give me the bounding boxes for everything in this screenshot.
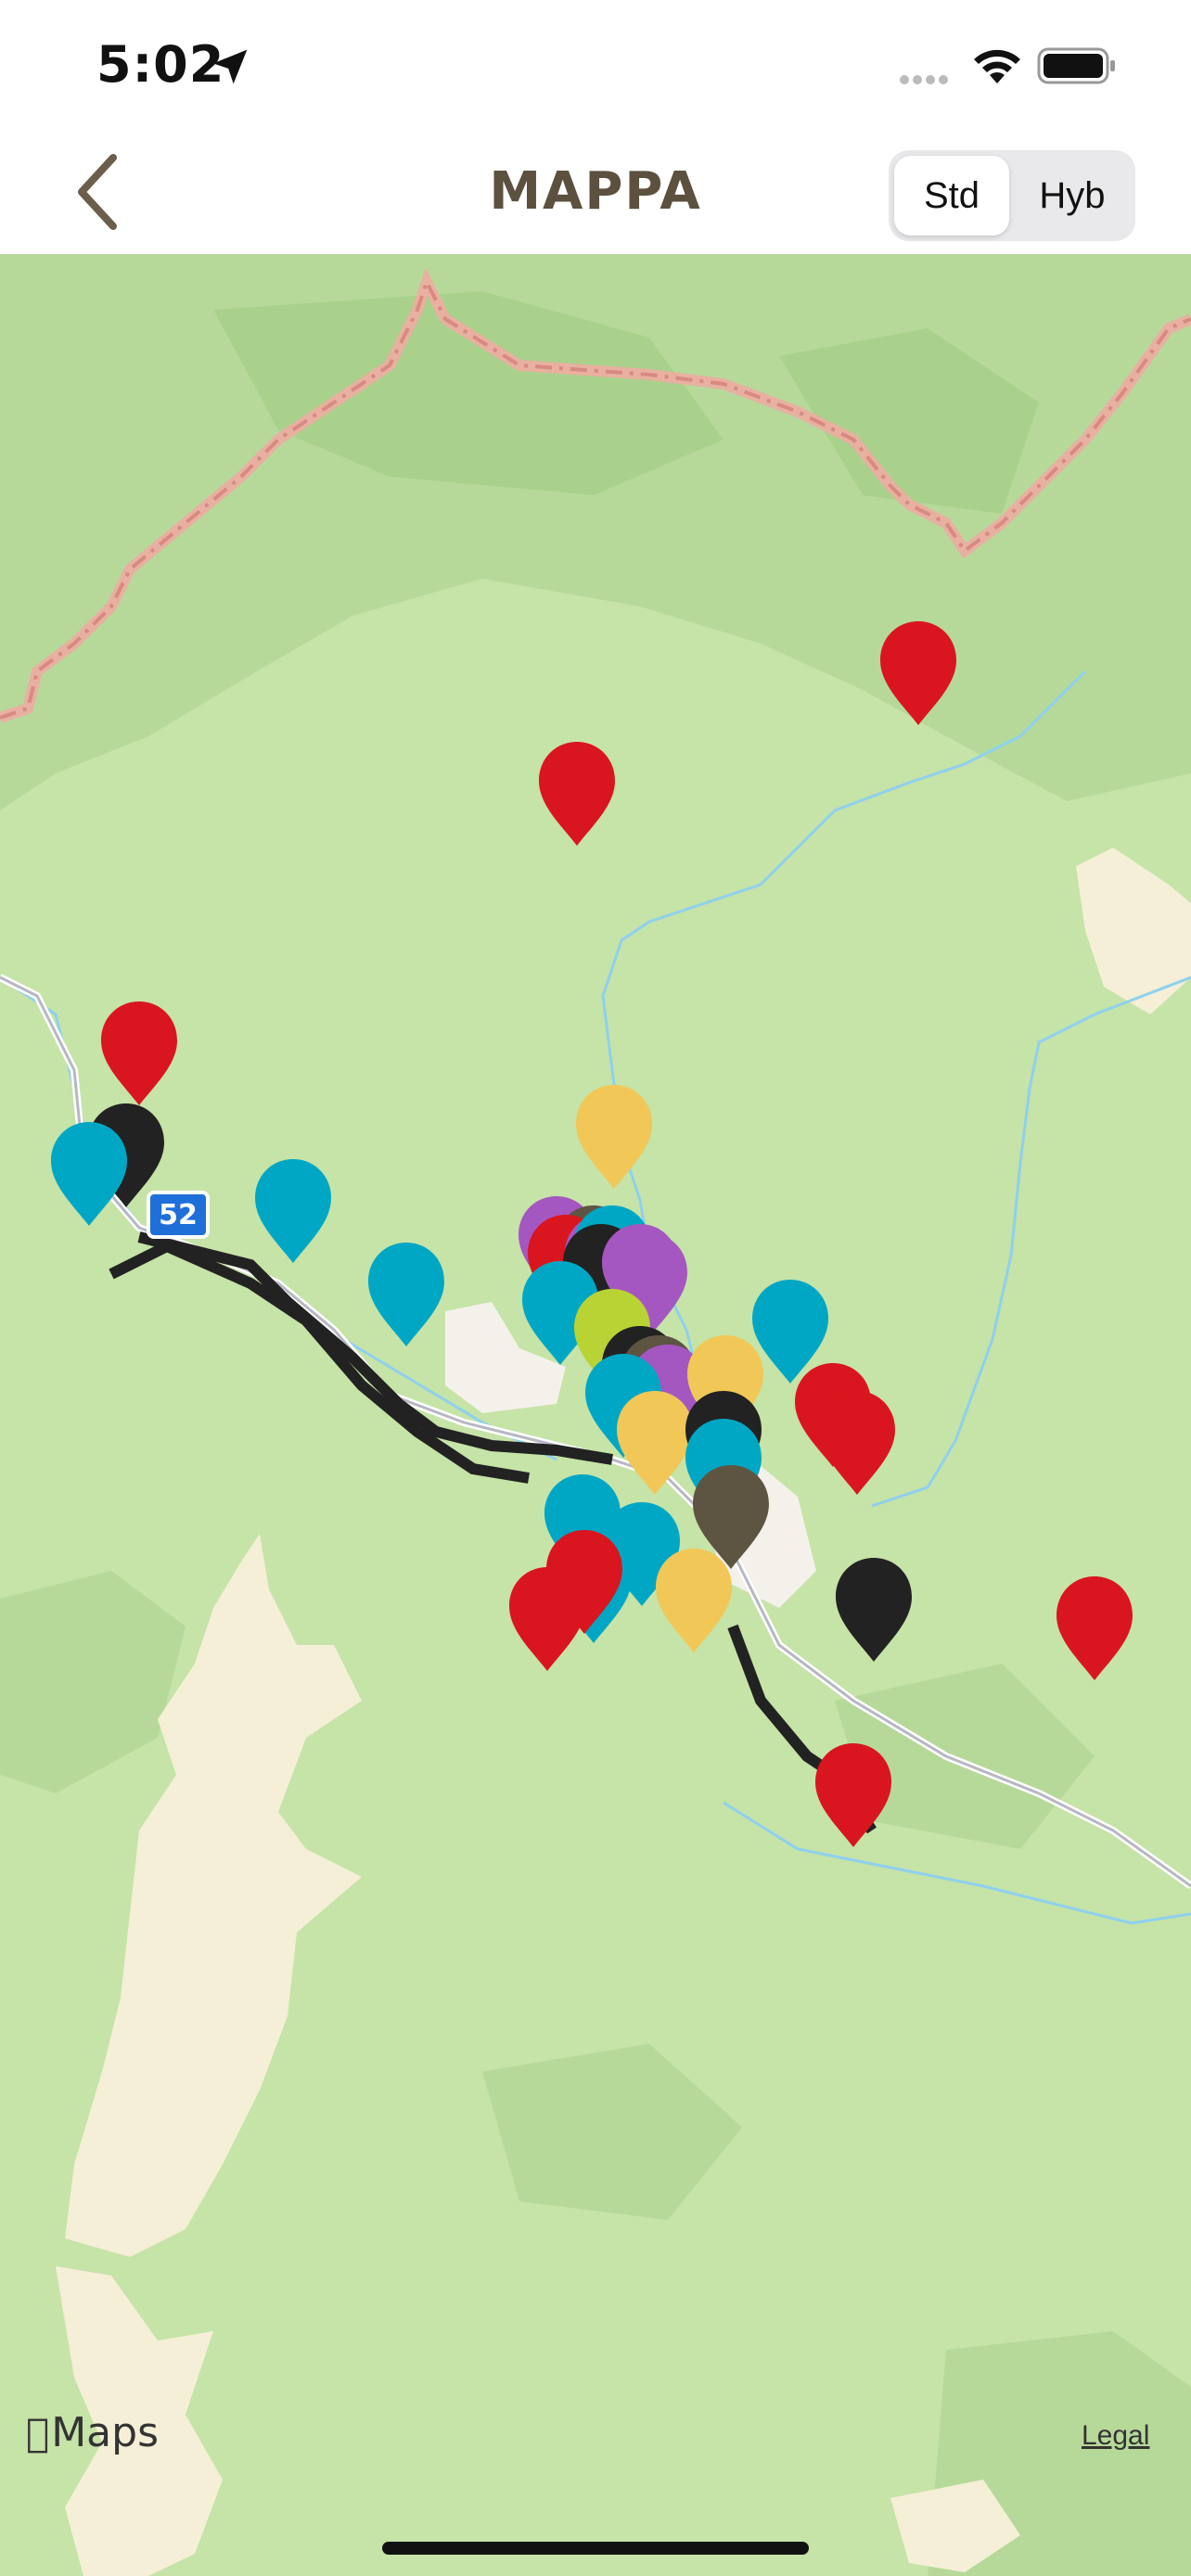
segment-hybrid[interactable]: Hyb bbox=[1015, 156, 1130, 236]
yellow-map-pin-icon[interactable] bbox=[574, 1083, 654, 1191]
home-indicator bbox=[382, 2542, 809, 2555]
red-map-pin-icon[interactable] bbox=[99, 1000, 179, 1107]
apple-maps-logo:  Maps bbox=[26, 2409, 159, 2456]
black-map-pin-icon[interactable] bbox=[834, 1556, 914, 1664]
maps-logo-text: Maps bbox=[28, 2409, 159, 2456]
navigation-bar: MAPPA Std Hyb bbox=[0, 130, 1191, 254]
red-map-pin-icon[interactable] bbox=[813, 1741, 893, 1849]
red-map-pin-icon[interactable] bbox=[1055, 1575, 1134, 1682]
signal-icon bbox=[900, 72, 952, 89]
status-bar: 5:02 bbox=[0, 0, 1191, 130]
red-map-pin-icon[interactable] bbox=[537, 740, 617, 848]
status-time: 5:02 bbox=[96, 35, 225, 94]
wifi-icon bbox=[974, 49, 1020, 83]
map-view[interactable]: 52  Maps Legal bbox=[0, 254, 1191, 2576]
battery-icon bbox=[1037, 47, 1115, 84]
red-map-pin-icon[interactable] bbox=[817, 1389, 897, 1497]
apple-logo-icon:  bbox=[26, 2410, 49, 2455]
location-arrow-icon bbox=[212, 49, 248, 84]
red-map-pin-icon[interactable] bbox=[507, 1565, 587, 1673]
segment-standard[interactable]: Std bbox=[894, 156, 1009, 236]
teal-map-pin-icon[interactable] bbox=[253, 1157, 333, 1265]
map-type-segmented-control: Std Hyb bbox=[889, 150, 1135, 241]
teal-map-pin-icon[interactable] bbox=[366, 1241, 446, 1348]
teal-map-pin-icon[interactable] bbox=[49, 1120, 129, 1228]
red-map-pin-icon[interactable] bbox=[878, 619, 958, 727]
legal-link[interactable]: Legal bbox=[1082, 2420, 1149, 2452]
yellow-map-pin-icon[interactable] bbox=[654, 1547, 734, 1654]
